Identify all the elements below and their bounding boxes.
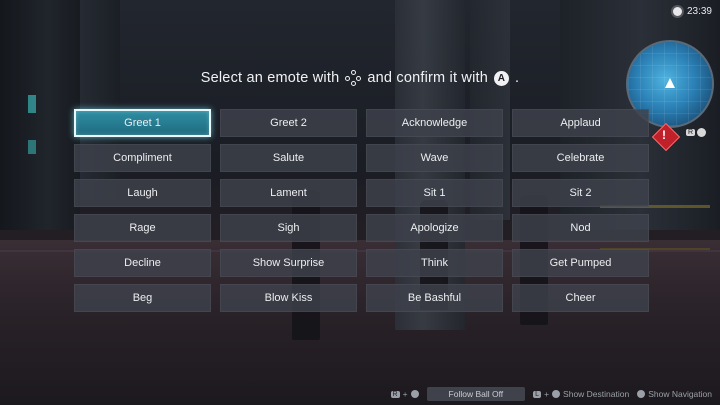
r-button-icon: R <box>390 390 400 398</box>
wall-light <box>28 95 36 113</box>
emote-button-be-bashful[interactable]: Be Bashful <box>366 284 503 312</box>
clock: 23:39 <box>672 6 712 17</box>
minimap-button-hint: R <box>686 128 707 137</box>
emote-button-apologize[interactable]: Apologize <box>366 214 503 242</box>
emote-button-cheer[interactable]: Cheer <box>512 284 649 312</box>
a-button-icon: A <box>494 70 510 86</box>
emote-button-wave[interactable]: Wave <box>366 144 503 172</box>
emote-button-rage[interactable]: Rage <box>74 214 211 242</box>
emote-button-get-pumped[interactable]: Get Pumped <box>512 249 649 277</box>
navigation-hint: Show Navigation <box>637 389 712 399</box>
emote-grid: Greet 1 Greet 2 Acknowledge Applaud Complime… <box>74 109 649 312</box>
emote-button-beg[interactable]: Beg <box>74 284 211 312</box>
emote-prompt: Select an emote with and confirm it with… <box>0 70 720 86</box>
emote-button-nod[interactable]: Nod <box>512 214 649 242</box>
circle-button-icon <box>410 390 419 398</box>
emote-button-greet-2[interactable]: Greet 2 <box>220 109 357 137</box>
plus-sign: + <box>544 389 550 399</box>
follow-hint: R + <box>390 389 419 399</box>
emote-button-sit-1[interactable]: Sit 1 <box>366 179 503 207</box>
show-navigation-label[interactable]: Show Navigation <box>648 389 712 399</box>
left-pillar <box>0 0 80 230</box>
emote-button-lament[interactable]: Lament <box>220 179 357 207</box>
prompt-text-after: . <box>515 70 520 86</box>
circle-button-icon <box>697 128 707 137</box>
question-button-icon <box>552 390 561 398</box>
r-button-icon: R <box>686 129 696 136</box>
emote-button-applaud[interactable]: Applaud <box>512 109 649 137</box>
show-destination-label[interactable]: Show Destination <box>563 389 629 399</box>
destination-hint: L + Show Destination <box>533 389 629 399</box>
exclamation-icon: ! <box>662 128 666 142</box>
prompt-text-middle: and confirm it with <box>367 70 489 86</box>
emote-button-show-surprise[interactable]: Show Surprise <box>220 249 357 277</box>
l-button-icon: L <box>533 390 542 398</box>
plus-sign: + <box>402 389 408 399</box>
emote-button-compliment[interactable]: Compliment <box>74 144 211 172</box>
clock-time: 23:39 <box>686 6 712 17</box>
emote-button-decline[interactable]: Decline <box>74 249 211 277</box>
emote-button-acknowledge[interactable]: Acknowledge <box>366 109 503 137</box>
daytime-sun-icon <box>672 7 682 16</box>
dpad-icon <box>345 70 362 86</box>
emote-button-celebrate[interactable]: Celebrate <box>512 144 649 172</box>
control-hints-bar: R + Follow Ball Off L + Show Destination… <box>390 387 712 401</box>
emote-button-laugh[interactable]: Laugh <box>74 179 211 207</box>
emote-button-blow-kiss[interactable]: Blow Kiss <box>220 284 357 312</box>
stick-button-icon <box>637 390 646 398</box>
emote-button-greet-1[interactable]: Greet 1 <box>74 109 211 137</box>
prompt-text-before: Select an emote with <box>200 70 340 86</box>
wall-light <box>28 140 36 154</box>
follow-ball-toggle[interactable]: Follow Ball Off <box>426 387 526 401</box>
emote-button-sit-2[interactable]: Sit 2 <box>512 179 649 207</box>
emote-button-sigh[interactable]: Sigh <box>220 214 357 242</box>
emote-button-think[interactable]: Think <box>366 249 503 277</box>
emote-button-salute[interactable]: Salute <box>220 144 357 172</box>
